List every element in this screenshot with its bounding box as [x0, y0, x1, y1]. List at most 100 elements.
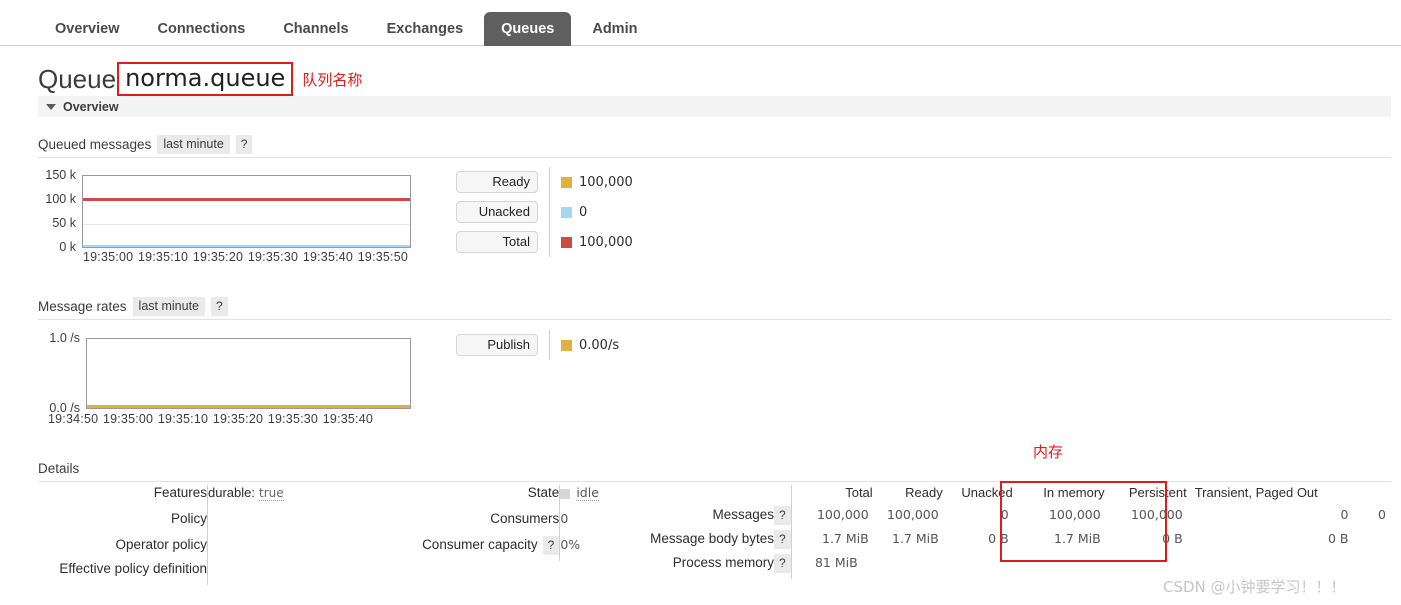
x-tick-label: 19:35:10: [137, 250, 189, 264]
queue-name-annotation: 队列名称: [302, 70, 363, 89]
message-body-bytes-in-memory: 1.7 MiB: [1054, 531, 1101, 546]
queue-name: norma.queue: [117, 62, 294, 96]
memory-annotation: 内存: [1033, 443, 1064, 461]
x-tick-label: 19:35:30: [247, 250, 299, 264]
ready-color-swatch: [561, 176, 572, 188]
details-grid: Features durable: true Policy Operator p…: [38, 484, 1391, 586]
col-header-unacked: Unacked: [961, 485, 1013, 500]
table-row: Message body bytes ? 1.7 MiB 1.7 MiB 0 B…: [604, 530, 1390, 555]
message-body-bytes-paged-out: [1354, 531, 1390, 555]
nav-tab-connections[interactable]: Connections: [141, 12, 263, 46]
consumer-capacity-value: 0%: [559, 537, 602, 561]
table-row: Consumer capacity? 0%: [422, 536, 602, 561]
y-tick-label: 50 k: [52, 216, 76, 230]
table-row: Policy: [39, 511, 408, 537]
page-title: Queue: [38, 63, 117, 94]
ready-button[interactable]: Ready: [456, 171, 538, 193]
features-colon: :: [251, 485, 255, 500]
state-value-cell: idle: [559, 485, 602, 511]
table-row: Consumers 0: [422, 511, 602, 537]
nav-tab-exchanges[interactable]: Exchanges: [370, 12, 481, 46]
consumers-value: 0: [559, 511, 602, 537]
features-table: Features durable: true Policy Operator p…: [39, 485, 408, 585]
message-rates-period-chip[interactable]: last minute: [132, 296, 205, 316]
x-tick-label: 19:35:30: [267, 412, 319, 426]
messages-transient: 0: [1340, 507, 1349, 522]
details-header: Details: [38, 460, 1391, 482]
x-tick-label: 19:35:00: [102, 412, 154, 426]
message-body-bytes-unacked: 0 B: [988, 531, 1009, 546]
message-rates-help-icon[interactable]: ?: [211, 296, 228, 316]
features-label: Features: [153, 485, 207, 500]
state-value: idle: [576, 485, 599, 501]
legend-row-ready: Ready 100,000: [456, 167, 633, 197]
consumer-capacity-help-icon[interactable]: ?: [542, 536, 560, 555]
nav-tab-admin[interactable]: Admin: [575, 12, 654, 46]
legend-row-unacked: Unacked 0: [456, 197, 633, 227]
y-tick-label: 0 k: [59, 240, 76, 254]
queued-messages-help-icon[interactable]: ?: [235, 134, 253, 154]
x-tick-label: 19:35:00: [83, 250, 134, 264]
queued-messages-y-axis: 150 k 100 k 50 k 0 k: [38, 168, 80, 263]
overview-section-label: Overview: [63, 99, 119, 114]
messages-total: 100,000: [790, 507, 873, 531]
message-rates-y-axis: 1.0 /s 0.0 /s: [38, 330, 84, 425]
legend-divider: [549, 197, 550, 227]
features-durable-value: true: [258, 486, 284, 501]
watermark: CSDN @小钟要学习！！！: [1163, 578, 1346, 596]
col-header-transient-paged-out: Transient, Paged Out: [1194, 485, 1318, 500]
message-body-bytes-total: 1.7 MiB: [790, 531, 873, 555]
table-row: Features durable: true: [39, 485, 408, 511]
queued-messages-legend: Ready 100,000 Unacked 0 Total 100,000: [456, 167, 633, 257]
x-tick-label: 19:34:50: [48, 412, 99, 426]
message-body-bytes-row-label: Message body bytes: [650, 531, 774, 546]
queued-messages-header: Queued messages last minute ?: [38, 134, 1391, 158]
queued-messages-period-chip[interactable]: last minute: [157, 134, 230, 154]
messages-ready: 100,000: [886, 507, 939, 522]
process-memory-help-icon[interactable]: ?: [774, 554, 791, 573]
policy-value: [207, 511, 408, 537]
process-memory-row-label: Process memory: [672, 555, 774, 570]
queued-messages-plot-area: [82, 175, 411, 248]
nav-tab-queues[interactable]: Queues: [484, 12, 572, 46]
message-rates-chart: 1.0 /s 0.0 /s 19:34:50 19:35:00 19:35:10…: [38, 330, 438, 426]
total-color-swatch: [561, 236, 572, 248]
unacked-button[interactable]: Unacked: [456, 201, 538, 223]
messages-in-memory: 100,000: [1048, 507, 1101, 522]
overview-section-header[interactable]: Overview: [38, 96, 1391, 117]
process-memory-in-memory: [1013, 555, 1105, 579]
details-title: Details: [38, 460, 80, 476]
consumer-capacity-text: Consumer capacity: [422, 537, 538, 552]
table-row: Messages ? 100,000 100,000 0 100,000 100…: [604, 506, 1390, 531]
message-rates-legend: Publish 0.00/s: [456, 330, 619, 360]
col-header-persistent: Persistent: [1128, 485, 1187, 500]
x-tick-label: 19:35:20: [192, 250, 244, 264]
main-navigation: Overview Connections Channels Exchanges …: [0, 0, 1401, 46]
queued-messages-chart: 150 k 100 k 50 k 0 k 19:35:00 19:35:10 1…: [38, 168, 438, 264]
table-header-row: Total Ready Unacked In memory Persistent…: [604, 485, 1390, 507]
policy-label: Policy: [170, 511, 207, 526]
messages-unacked: 0: [1000, 507, 1009, 522]
effective-policy-definition-label: Effective policy definition: [59, 561, 207, 576]
total-button[interactable]: Total: [456, 231, 538, 253]
state-label: State: [527, 485, 560, 500]
nav-tab-overview[interactable]: Overview: [38, 12, 137, 46]
y-tick-label: 150 k: [45, 168, 76, 182]
x-tick-label: 19:35:20: [212, 412, 264, 426]
table-row: State idle: [422, 485, 602, 511]
page-title-row: Queue norma.queue 队列名称: [38, 62, 362, 96]
message-body-bytes-transient: 0 B: [1327, 531, 1349, 546]
legend-divider: [549, 330, 550, 360]
message-rates-x-axis: 19:34:50 19:35:00 19:35:10 19:35:20 19:3…: [48, 412, 374, 426]
messages-help-icon[interactable]: ?: [774, 506, 791, 525]
col-header-total: Total: [790, 485, 873, 507]
messages-table: Total Ready Unacked In memory Persistent…: [604, 485, 1390, 579]
features-value: durable: true: [207, 485, 408, 511]
message-body-bytes-ready: 1.7 MiB: [892, 531, 939, 546]
legend-divider: [549, 227, 550, 257]
nav-tab-channels[interactable]: Channels: [266, 12, 365, 46]
message-body-bytes-help-icon[interactable]: ?: [774, 530, 791, 549]
queued-messages-title: Queued messages: [38, 136, 152, 152]
process-memory-ready: [873, 555, 943, 579]
publish-button[interactable]: Publish: [456, 334, 538, 356]
